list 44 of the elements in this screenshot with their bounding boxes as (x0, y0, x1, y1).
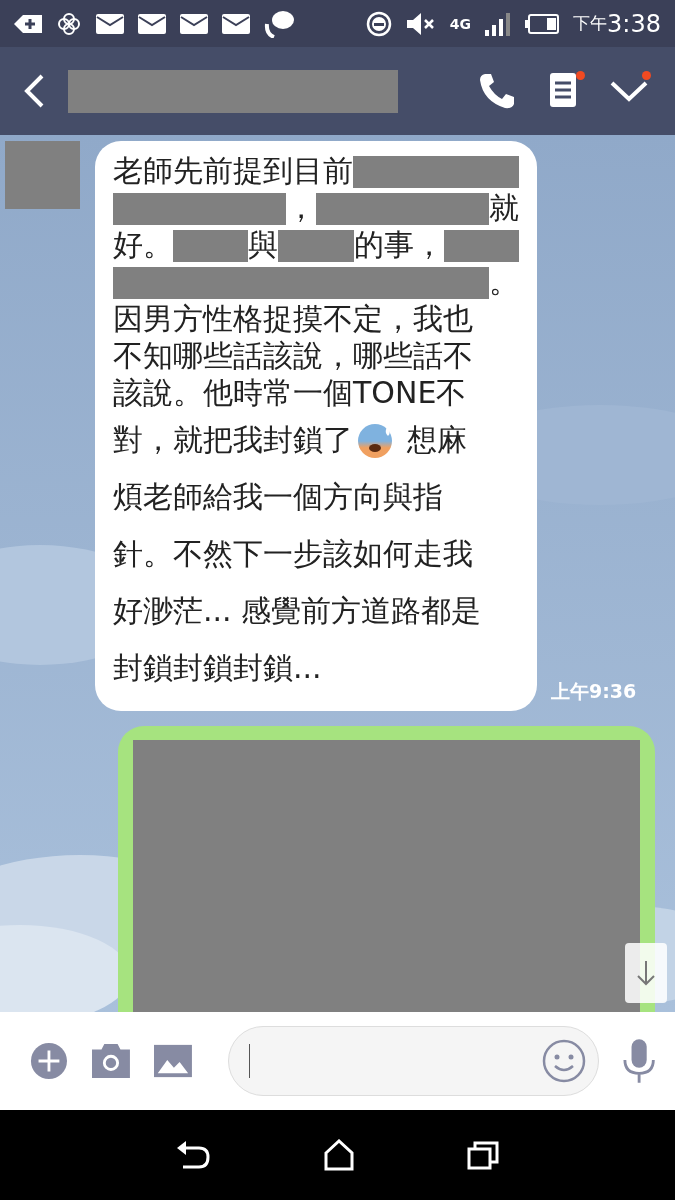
network-type: 4G (449, 16, 472, 31)
message-text: 不知哪些話該說，哪些話不 (113, 337, 473, 375)
message-text: ， (286, 189, 316, 227)
mail-icon (138, 13, 166, 34)
message-text: 該說。他時常一個TONE不 (113, 374, 467, 412)
message-time: 上午9:36 (551, 679, 637, 704)
flower-icon (56, 10, 82, 37)
camera-icon[interactable] (91, 1043, 130, 1079)
emoji-icon (357, 422, 393, 459)
recent-apps-icon[interactable] (466, 1140, 499, 1170)
message-text: 煩老師給我一個方向與指 (113, 478, 443, 516)
back-icon[interactable] (176, 1140, 211, 1170)
message-text: 好渺茫... 感覺前方道路都是 (113, 592, 482, 630)
back-icon[interactable] (22, 73, 46, 109)
do-not-disturb-icon (365, 10, 392, 37)
signal-icon (485, 11, 512, 36)
add-icon[interactable] (30, 1041, 68, 1081)
mute-icon (405, 11, 436, 36)
notification-tag-icon (14, 13, 42, 34)
message-text: 封鎖封鎖封鎖... (113, 649, 322, 687)
time-period: 下午 (573, 12, 608, 35)
message-text: 好。 (113, 226, 173, 264)
message-text: 的事， (353, 226, 444, 264)
clock-time: 3:38 (607, 9, 661, 38)
emoji-icon[interactable] (541, 1039, 586, 1083)
message-text: 老師先前提到目前 (113, 152, 353, 190)
microphone-icon[interactable] (622, 1038, 655, 1084)
message-text: 想麻 (407, 421, 467, 459)
mail-icon (96, 13, 124, 34)
arrow-down-icon (636, 960, 656, 986)
message-text: 對，就把我封鎖了 (113, 421, 353, 459)
message-text: 針。不然下一步該如何走我 (113, 535, 473, 573)
mail-icon (180, 13, 208, 34)
chat-phone-icon (264, 9, 294, 38)
message-text: 與 (248, 226, 279, 264)
message-text: 。 (489, 263, 519, 301)
message-text: 因男方性格捉摸不定，我也 (113, 300, 473, 338)
mail-icon (222, 13, 250, 34)
phone-icon[interactable] (477, 71, 517, 111)
scroll-down-button[interactable] (625, 943, 667, 1003)
battery-icon (525, 13, 560, 34)
image-icon[interactable] (153, 1044, 192, 1078)
home-icon[interactable] (323, 1139, 354, 1171)
message-text: 就 (489, 189, 519, 227)
